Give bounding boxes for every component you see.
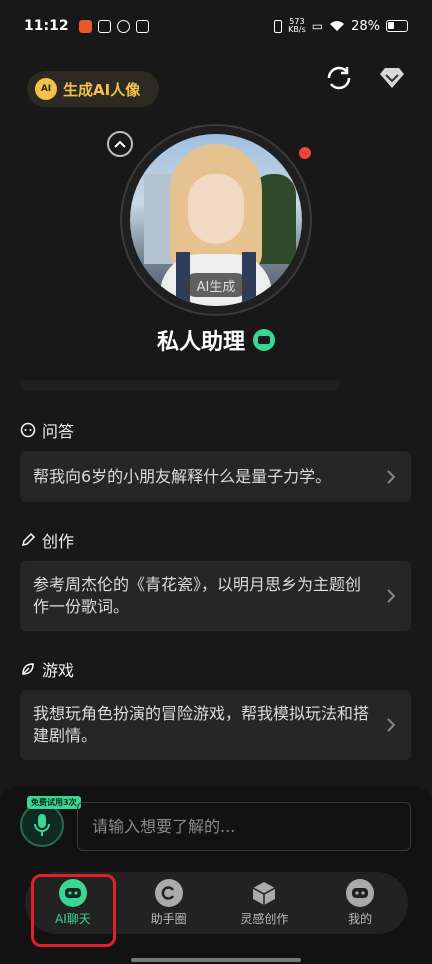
check-notification-icon	[135, 19, 149, 33]
leaf-icon	[22, 663, 34, 675]
chat-bubble-icon	[20, 422, 36, 438]
cube-icon	[250, 879, 278, 907]
prompt-card-create[interactable]: 参考周杰伦的《青花瓷》，以明月思乡为主题创作一份歌词。	[20, 561, 411, 631]
bot-badge-icon	[253, 329, 275, 351]
tab-inspiration[interactable]: 灵感创作	[224, 872, 304, 934]
pen-icon	[21, 532, 36, 547]
tab-profile[interactable]: 我的	[320, 872, 400, 934]
section-title-qa: 问答	[20, 418, 74, 442]
generate-ai-portrait-button[interactable]: AI 生成AI人像	[27, 71, 159, 107]
net-speed-unit: KB/s	[288, 25, 306, 34]
ai-generated-tag: AI生成	[184, 273, 248, 297]
notification-dot	[299, 147, 311, 159]
avatar-face	[188, 174, 244, 244]
ai-badge-icon: AI	[35, 78, 57, 100]
chevron-right-icon	[387, 589, 395, 603]
assistant-name: 私人助理	[156, 330, 245, 355]
circle-c-icon	[154, 879, 183, 907]
voice-input-button[interactable]	[20, 803, 64, 847]
section-label: 创作	[42, 532, 75, 551]
wifi-icon	[330, 21, 345, 31]
refresh-icon	[327, 66, 351, 90]
calendar-notification-icon	[97, 19, 111, 33]
section-title-create: 创作	[20, 528, 74, 552]
prompt-text: 帮我向6岁的小朋友解释什么是量子力学。	[33, 466, 332, 486]
prompt-text: 参考周杰伦的《青花瓷》，以明月思乡为主题创作一份歌词。	[33, 575, 362, 616]
profile-bot-icon	[346, 879, 375, 907]
status-time: 11:12	[24, 18, 69, 34]
tab-label: 助手圈	[150, 912, 187, 926]
refresh-button[interactable]	[321, 60, 357, 96]
assistant-name-row: 私人助理	[0, 324, 432, 356]
prompt-card-game[interactable]: 我想玩角色扮演的冒险游戏，帮我模拟玩法和搭建剧情。	[20, 690, 411, 760]
chat-input[interactable]	[77, 802, 411, 851]
prompt-text: 我想玩角色扮演的冒险游戏，帮我模拟玩法和搭建剧情。	[33, 704, 370, 745]
generate-button-label: 生成AI人像	[63, 80, 141, 99]
prompt-card-qa[interactable]: 帮我向6岁的小朋友解释什么是量子力学。	[20, 451, 411, 502]
microphone-icon	[34, 814, 50, 836]
collapse-button[interactable]	[107, 131, 133, 157]
section-label: 游戏	[42, 661, 75, 680]
chevron-right-icon	[387, 718, 395, 732]
tab-label: 我的	[348, 912, 373, 926]
vip-button[interactable]	[374, 60, 410, 96]
vibrate-icon	[274, 19, 283, 33]
link-notification-icon	[116, 19, 130, 33]
highlight-annotation	[31, 874, 116, 947]
home-indicator	[131, 958, 301, 962]
chevron-up-icon	[114, 140, 126, 148]
status-bar: 11:12 573 KB/s ▭ 28%	[0, 0, 432, 52]
divider	[20, 380, 340, 390]
free-trial-badge: 免费试用3次	[27, 796, 81, 809]
tab-label: 灵感创作	[240, 912, 289, 926]
app-notification-icon	[78, 19, 92, 33]
network-speed: 573 KB/s	[288, 18, 306, 34]
chevron-right-icon	[387, 469, 395, 484]
section-label: 问答	[42, 422, 75, 441]
battery-percent: 28%	[351, 18, 380, 34]
no-sim-icon: ▭	[311, 19, 324, 33]
battery-icon	[386, 20, 408, 32]
diamond-icon	[380, 68, 404, 88]
tab-assistant-circle[interactable]: 助手圈	[129, 872, 209, 934]
section-title-game: 游戏	[20, 657, 74, 681]
